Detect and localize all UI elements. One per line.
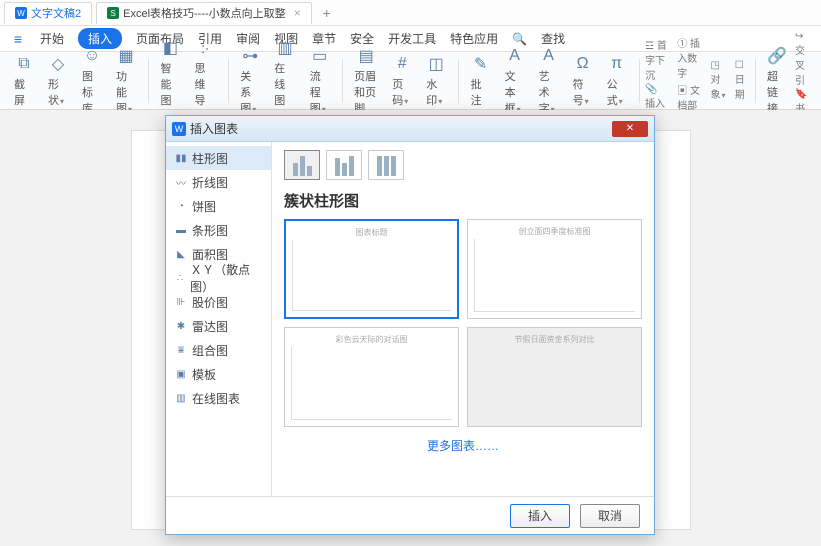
preview-4-chart (474, 347, 635, 420)
insert-button[interactable]: 插入 (510, 504, 570, 528)
side-column[interactable]: ▮▮柱形图 (166, 146, 271, 170)
preview-4[interactable]: 节假日面资金系列对比 (467, 327, 642, 427)
rb-textbox[interactable]: A文本框▾ (499, 44, 531, 118)
onlinechart-icon: ▥ (275, 38, 295, 58)
rb-crossref[interactable]: ↪ 交叉引 (795, 31, 813, 87)
dialog-titlebar[interactable]: W 插入图表 ✕ (166, 116, 654, 142)
close-icon[interactable]: × (294, 6, 301, 20)
watermark-icon: ◫ (426, 54, 446, 74)
dialog-close-button[interactable]: ✕ (612, 121, 648, 137)
subtype-stacked[interactable] (326, 150, 362, 180)
rb-funcimg[interactable]: ▦功能图▾ (110, 44, 142, 118)
new-tab-button[interactable]: + (316, 5, 338, 21)
pie-icon: ◔ (174, 200, 188, 212)
bar-icon: ▬ (174, 224, 188, 236)
more-charts-link[interactable]: 更多图表…… (284, 437, 642, 454)
tab-label: 文字文稿2 (31, 5, 81, 21)
side-xy[interactable]: ∴ＸＹ（散点图） (166, 266, 271, 290)
rb-datetime[interactable]: ☐ 日期 (735, 60, 749, 101)
side-template[interactable]: ▣模板 (166, 362, 271, 386)
chart-preview-pane: 簇状柱形图 图表标题 创立面四季度标准图 (272, 142, 654, 496)
rb-obj[interactable]: ◳ 对象▾ (710, 60, 726, 101)
wps-excel-icon: S (107, 7, 119, 19)
online-icon: ▥ (174, 392, 188, 404)
side-line[interactable]: 〰折线图 (166, 170, 271, 194)
rb-shape[interactable]: ◇形状▾ (42, 52, 74, 110)
symbol-icon: Ω (573, 54, 593, 74)
section-title: 簇状柱形图 (284, 190, 642, 211)
subtype-clustered[interactable] (284, 150, 320, 180)
preview-3-chart (291, 347, 452, 420)
radar-icon: ✱ (174, 320, 188, 332)
preview-1-chart (292, 240, 451, 311)
rb-dropcap[interactable]: ☲ 首字下沉 (645, 37, 669, 82)
side-online[interactable]: ▥在线图表 (166, 386, 271, 410)
combo-icon: ⩸ (174, 344, 188, 356)
rb-pagenum[interactable]: #页码▾ (386, 52, 418, 110)
rb-flow[interactable]: ▭流程图▾ (304, 44, 336, 118)
menu-special[interactable]: 特色应用 (450, 30, 498, 47)
column-icon: ▮▮ (174, 152, 188, 164)
side-radar[interactable]: ✱雷达图 (166, 314, 271, 338)
flow-icon: ▭ (310, 46, 330, 66)
side-pie[interactable]: ◔饼图 (166, 194, 271, 218)
rb-wordart[interactable]: A艺术字▾ (533, 44, 565, 118)
textbox-icon: A (505, 46, 525, 66)
rb-insnum[interactable]: ① 插入数字 (677, 35, 702, 80)
app-menu-icon[interactable]: ≡ (10, 31, 26, 47)
relation-icon: ⊶ (240, 46, 260, 66)
wps-word-icon: W (15, 7, 27, 19)
rb-watermark[interactable]: ◫水印▾ (420, 52, 452, 110)
headerfooter-icon: ▤ (356, 46, 376, 66)
subtype-percent[interactable] (368, 150, 404, 180)
rb-symbol[interactable]: Ω符号▾ (567, 52, 599, 110)
dialog-footer: 插入 取消 (166, 496, 654, 534)
menu-start[interactable]: 开始 (40, 30, 64, 47)
shape-icon: ◇ (48, 54, 68, 74)
doc-tab-2[interactable]: S Excel表格技巧----小数点向上取整 × (96, 2, 312, 24)
hyperlink-icon: 🔗 (767, 46, 787, 66)
rb-hyperlink[interactable]: 🔗超链接 (761, 44, 793, 118)
scatter-icon: ∴ (174, 272, 186, 284)
template-icon: ▣ (174, 368, 188, 380)
rb-headerfooter[interactable]: ▤页眉和页脚 (348, 44, 384, 118)
stock-icon: ⊪ (174, 296, 188, 308)
chart-type-list: ▮▮柱形图 〰折线图 ◔饼图 ▬条形图 ◣面积图 ∴ＸＹ（散点图） ⊪股价图 ✱… (166, 142, 272, 496)
pagenum-icon: # (392, 54, 412, 74)
formula-icon: π (607, 54, 627, 74)
subtype-row (284, 150, 642, 180)
ribbon: ⧉截屏 ◇形状▾ ☺图标库 ▦功能图▾ ◧智能图形 ჻思维导图▾ ⊶关系图▾ ▥… (0, 52, 821, 110)
preview-2[interactable]: 创立面四季度标准图 (467, 219, 642, 319)
tab-label: Excel表格技巧----小数点向上取整 (123, 5, 286, 21)
funcimg-icon: ▦ (116, 46, 136, 66)
side-bar[interactable]: ▬条形图 (166, 218, 271, 242)
mindmap-icon: ჻ (195, 38, 215, 58)
iconlib-icon: ☺ (82, 46, 102, 66)
side-combo[interactable]: ⩸组合图 (166, 338, 271, 362)
rb-screenshot[interactable]: ⧉截屏 (8, 52, 40, 110)
rb-comment[interactable]: ✎批注 (465, 52, 497, 110)
area-icon: ◣ (174, 248, 188, 260)
rb-formula[interactable]: π公式▾ (601, 52, 633, 110)
wordart-icon: A (539, 46, 559, 66)
rb-iconlib[interactable]: ☺图标库 (76, 44, 108, 118)
dialog-title: 插入图表 (190, 120, 238, 137)
comment-icon: ✎ (471, 54, 491, 74)
rb-relation[interactable]: ⊶关系图▾ (234, 44, 266, 118)
smartart-icon: ◧ (160, 38, 180, 58)
preview-2-chart (474, 239, 635, 312)
insert-chart-dialog: W 插入图表 ✕ ▮▮柱形图 〰折线图 ◔饼图 ▬条形图 ◣面积图 ∴ＸＹ（散点… (165, 115, 655, 535)
preview-1[interactable]: 图表标题 (284, 219, 459, 319)
title-bar: W 文字文稿2 S Excel表格技巧----小数点向上取整 × + (0, 0, 821, 26)
screenshot-icon: ⧉ (14, 54, 34, 74)
menu-dev[interactable]: 开发工具 (388, 30, 436, 47)
wps-icon: W (172, 122, 186, 136)
preview-3[interactable]: 彩色云天际的对话图 (284, 327, 459, 427)
doc-tab-1[interactable]: W 文字文稿2 (4, 2, 92, 24)
cancel-button[interactable]: 取消 (580, 504, 640, 528)
line-icon: 〰 (174, 176, 188, 188)
